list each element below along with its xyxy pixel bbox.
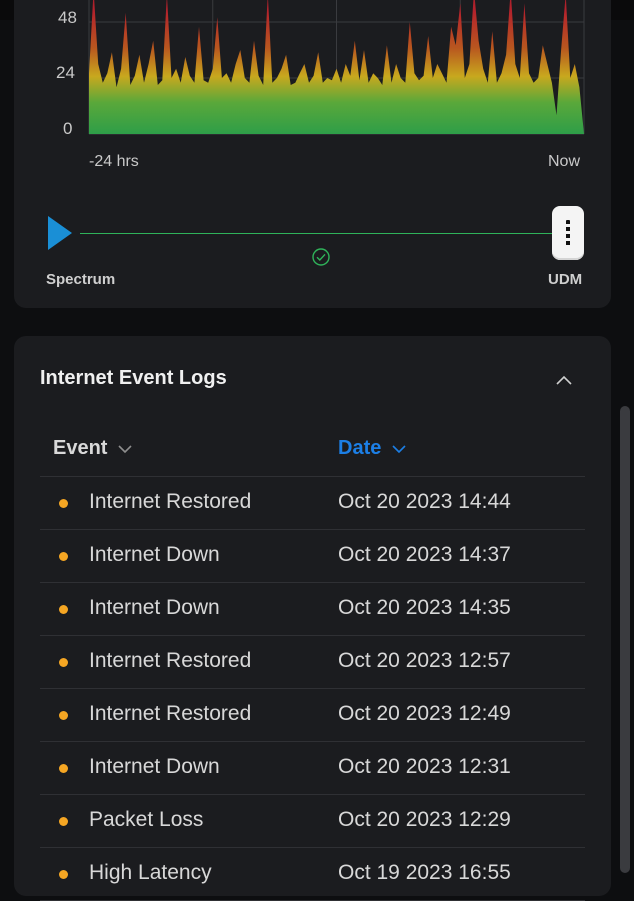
y-tick-label: 24 — [56, 63, 75, 82]
udm-label: UDM — [548, 271, 583, 288]
event-name: Packet Loss — [89, 808, 204, 831]
y-tick-label: 0 — [63, 119, 73, 138]
chevron-down-icon — [118, 444, 133, 453]
event-date: Oct 20 2023 12:57 — [338, 649, 511, 672]
event-name: Internet Restored — [89, 702, 252, 725]
event-date: Oct 20 2023 12:49 — [338, 702, 511, 725]
spectrum-label: Spectrum — [46, 271, 116, 288]
chevron-up-icon[interactable] — [552, 370, 576, 390]
event-name: Internet Down — [89, 543, 220, 566]
y-tick-label: 48 — [58, 8, 77, 27]
event-column-header[interactable]: Event — [53, 437, 133, 460]
scrollbar[interactable] — [620, 406, 630, 873]
connection-line — [80, 233, 555, 234]
table-row[interactable]: Packet Loss Oct 20 2023 12:29 — [40, 795, 585, 848]
latency-chart: 48 24 0 -24 hrs Now — [0, 0, 634, 180]
table-row[interactable]: Internet Restored Oct 20 2023 14:44 — [40, 477, 585, 530]
chevron-down-icon — [392, 444, 406, 453]
date-column-header[interactable]: Date — [338, 437, 407, 460]
status-dot — [59, 711, 68, 720]
event-date: Oct 20 2023 12:31 — [338, 755, 511, 778]
table-row[interactable]: Internet Down Oct 20 2023 14:37 — [40, 530, 585, 583]
table-row[interactable]: High Latency Oct 19 2023 16:55 — [40, 848, 585, 901]
status-dot — [59, 605, 68, 614]
event-date: Oct 20 2023 14:37 — [338, 543, 511, 566]
event-date: Oct 19 2023 16:55 — [338, 861, 511, 884]
event-date: Oct 20 2023 14:44 — [338, 490, 511, 513]
table-row[interactable]: Internet Restored Oct 20 2023 12:57 — [40, 636, 585, 689]
event-column-label: Event — [53, 437, 108, 459]
status-dot — [59, 764, 68, 773]
udm-device-icon[interactable] — [552, 206, 584, 260]
date-column-label: Date — [338, 437, 382, 459]
device-led — [566, 220, 570, 248]
status-dot — [59, 817, 68, 826]
status-dot — [59, 658, 68, 667]
event-list: Internet Restored Oct 20 2023 14:44 Inte… — [40, 477, 585, 901]
table-row[interactable]: Internet Down Oct 20 2023 12:31 — [40, 742, 585, 795]
status-dot — [59, 499, 68, 508]
table-row[interactable]: Internet Restored Oct 20 2023 12:49 — [40, 689, 585, 742]
x-tick-label: -24 hrs — [89, 153, 139, 170]
event-name: Internet Restored — [89, 649, 252, 672]
check-circle-icon — [312, 248, 330, 266]
event-name: High Latency — [89, 861, 212, 884]
event-name: Internet Restored — [89, 490, 252, 513]
event-date: Oct 20 2023 12:29 — [338, 808, 511, 831]
x-tick-label: Now — [548, 153, 581, 170]
play-triangle-icon[interactable] — [48, 216, 72, 250]
status-dot — [59, 870, 68, 879]
status-dot — [59, 552, 68, 561]
event-logs-title: Internet Event Logs — [40, 367, 227, 389]
event-name: Internet Down — [89, 596, 220, 619]
table-row[interactable]: Internet Down Oct 20 2023 14:35 — [40, 583, 585, 636]
event-name: Internet Down — [89, 755, 220, 778]
event-date: Oct 20 2023 14:35 — [338, 596, 511, 619]
